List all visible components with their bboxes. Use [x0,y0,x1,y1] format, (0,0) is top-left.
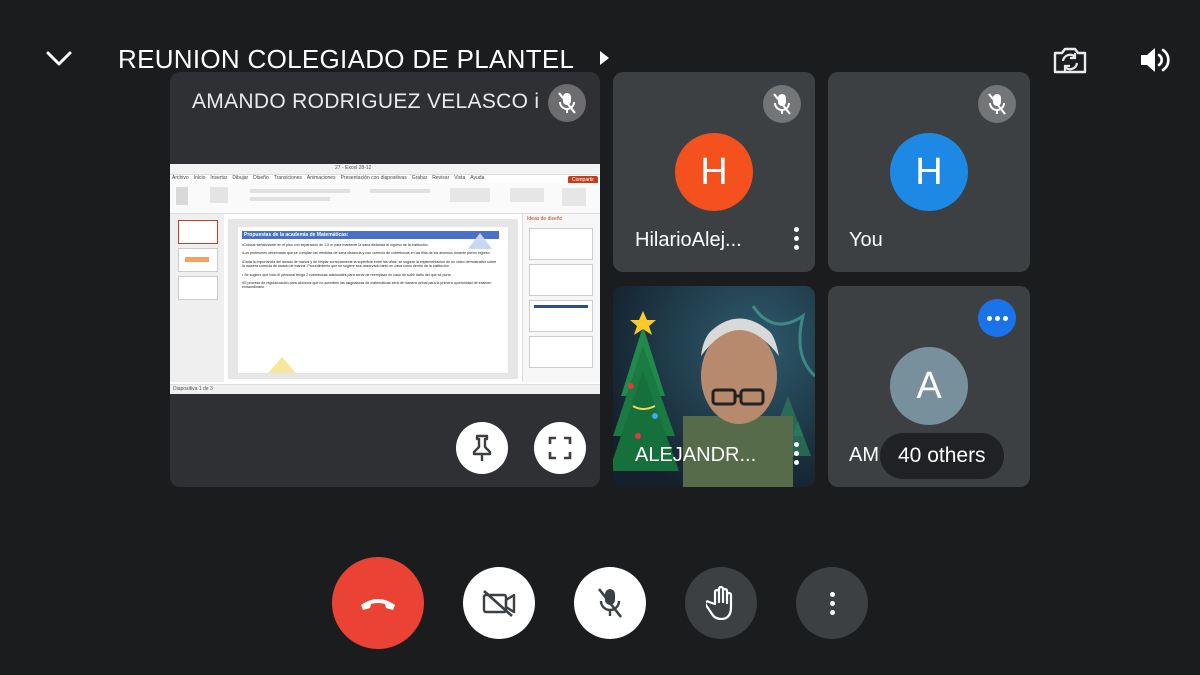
mic-off-icon [773,93,791,115]
collapse-button[interactable] [38,40,80,78]
pin-button[interactable] [456,422,508,474]
toggle-mic-button[interactable] [574,567,646,639]
ribbon-tab: Grabar [411,175,428,181]
speaking-indicator [978,299,1016,337]
avatar: H [890,133,968,211]
pin-icon [472,434,492,461]
mic-off-icon [597,588,623,618]
participant-tile[interactable]: H HilarioAlej... [613,72,815,272]
window-title: 27 - Excel 28-12 [335,165,372,171]
titlebar: 27 - Excel 28-12 Compartir [170,164,600,184]
more-options-button[interactable] [796,567,868,639]
switch-camera-icon [1053,47,1087,74]
mic-off-icon [558,92,576,114]
slide-heading: Propuestas de la academia de Matemáticas… [242,231,499,239]
participant-menu-button[interactable] [786,438,806,468]
ribbon-tab: Inicio [193,175,206,181]
raise-hand-icon [706,586,733,620]
speaker-icon [1141,48,1170,72]
slide-thumbnails [170,214,224,382]
muted-indicator [978,85,1016,123]
chevron-down-icon [46,51,72,66]
ribbon-tab: Ayuda [470,175,485,181]
audio-output-button[interactable] [1133,40,1177,80]
design-ideas-panel: Ideas de diseño [522,214,600,382]
panel-title: Ideas de diseño [527,216,563,222]
mic-off-icon [988,93,1006,115]
ribbon-tab: Dibujar [232,175,249,181]
participant-tile-self[interactable]: H You [828,72,1030,272]
avatar: A [890,347,968,425]
ribbon-tabs: Archivo Inicio Insertar Dibujar Diseño T… [172,175,484,181]
ribbon-tab: Archivo [172,175,189,181]
ribbon-tab: Diseño [253,175,269,181]
participant-menu-button[interactable] [786,223,806,253]
muted-indicator [548,84,586,122]
participant-video-tile[interactable]: ALEJANDR... [613,286,815,487]
slide-bullet: •Los profesores observarán que se cumpla… [242,251,490,256]
slide-canvas: Propuestas de la academia de Matemáticas… [228,219,518,379]
more-vert-icon [829,591,835,615]
shared-screen: 27 - Excel 28-12 Compartir Archivo Inici… [170,164,600,394]
fullscreen-button[interactable] [534,422,586,474]
participant-name: ALEJANDR... [635,444,757,466]
others-count-badge[interactable]: 40 others [880,433,1004,479]
main-speaker-tile[interactable]: AMANDO RODRIGUEZ VELASCO i 27 - Excel 28… [170,72,600,487]
ribbon-tab: Transiciones [273,175,302,181]
ribbon-tab: Revisar [432,175,450,181]
hang-up-icon [361,599,395,610]
ribbon-tab: Presentación con diapositivas [340,175,407,181]
leave-call-button[interactable] [332,557,424,649]
slide-bullet: •Colocar señalización en el piso con sep… [242,243,429,247]
raise-hand-button[interactable] [685,567,757,639]
slide-bullet: •El proceso de regularización para alumn… [242,281,492,290]
participant-name: HilarioAlej... [635,229,742,251]
ribbon-toolbar [170,183,600,214]
fullscreen-icon [548,436,572,460]
ribbon-tab: Vista [454,175,466,181]
participant-name: AMANDO RODRIGUEZ VELASCO i [192,90,540,113]
toggle-camera-button[interactable] [463,567,535,639]
participant-name: AM [849,444,879,466]
switch-camera-button[interactable] [1048,40,1092,80]
status-text: Diapositiva 1 de 3 [173,386,213,392]
ribbon-tab: Insertar [210,175,228,181]
ribbon-tab: Animaciones [306,175,336,181]
muted-indicator [763,85,801,123]
slide-bullet: • Se sugiere que todo el personal tenga … [242,272,451,277]
participant-name: You [849,229,883,251]
avatar: H [675,133,753,211]
camera-off-icon [482,590,516,617]
slide-bullet: •Dada la importancia del lavado de manos… [242,259,497,269]
meeting-details-caret-icon[interactable] [600,51,609,65]
status-bar: Diapositiva 1 de 3 [170,384,600,394]
